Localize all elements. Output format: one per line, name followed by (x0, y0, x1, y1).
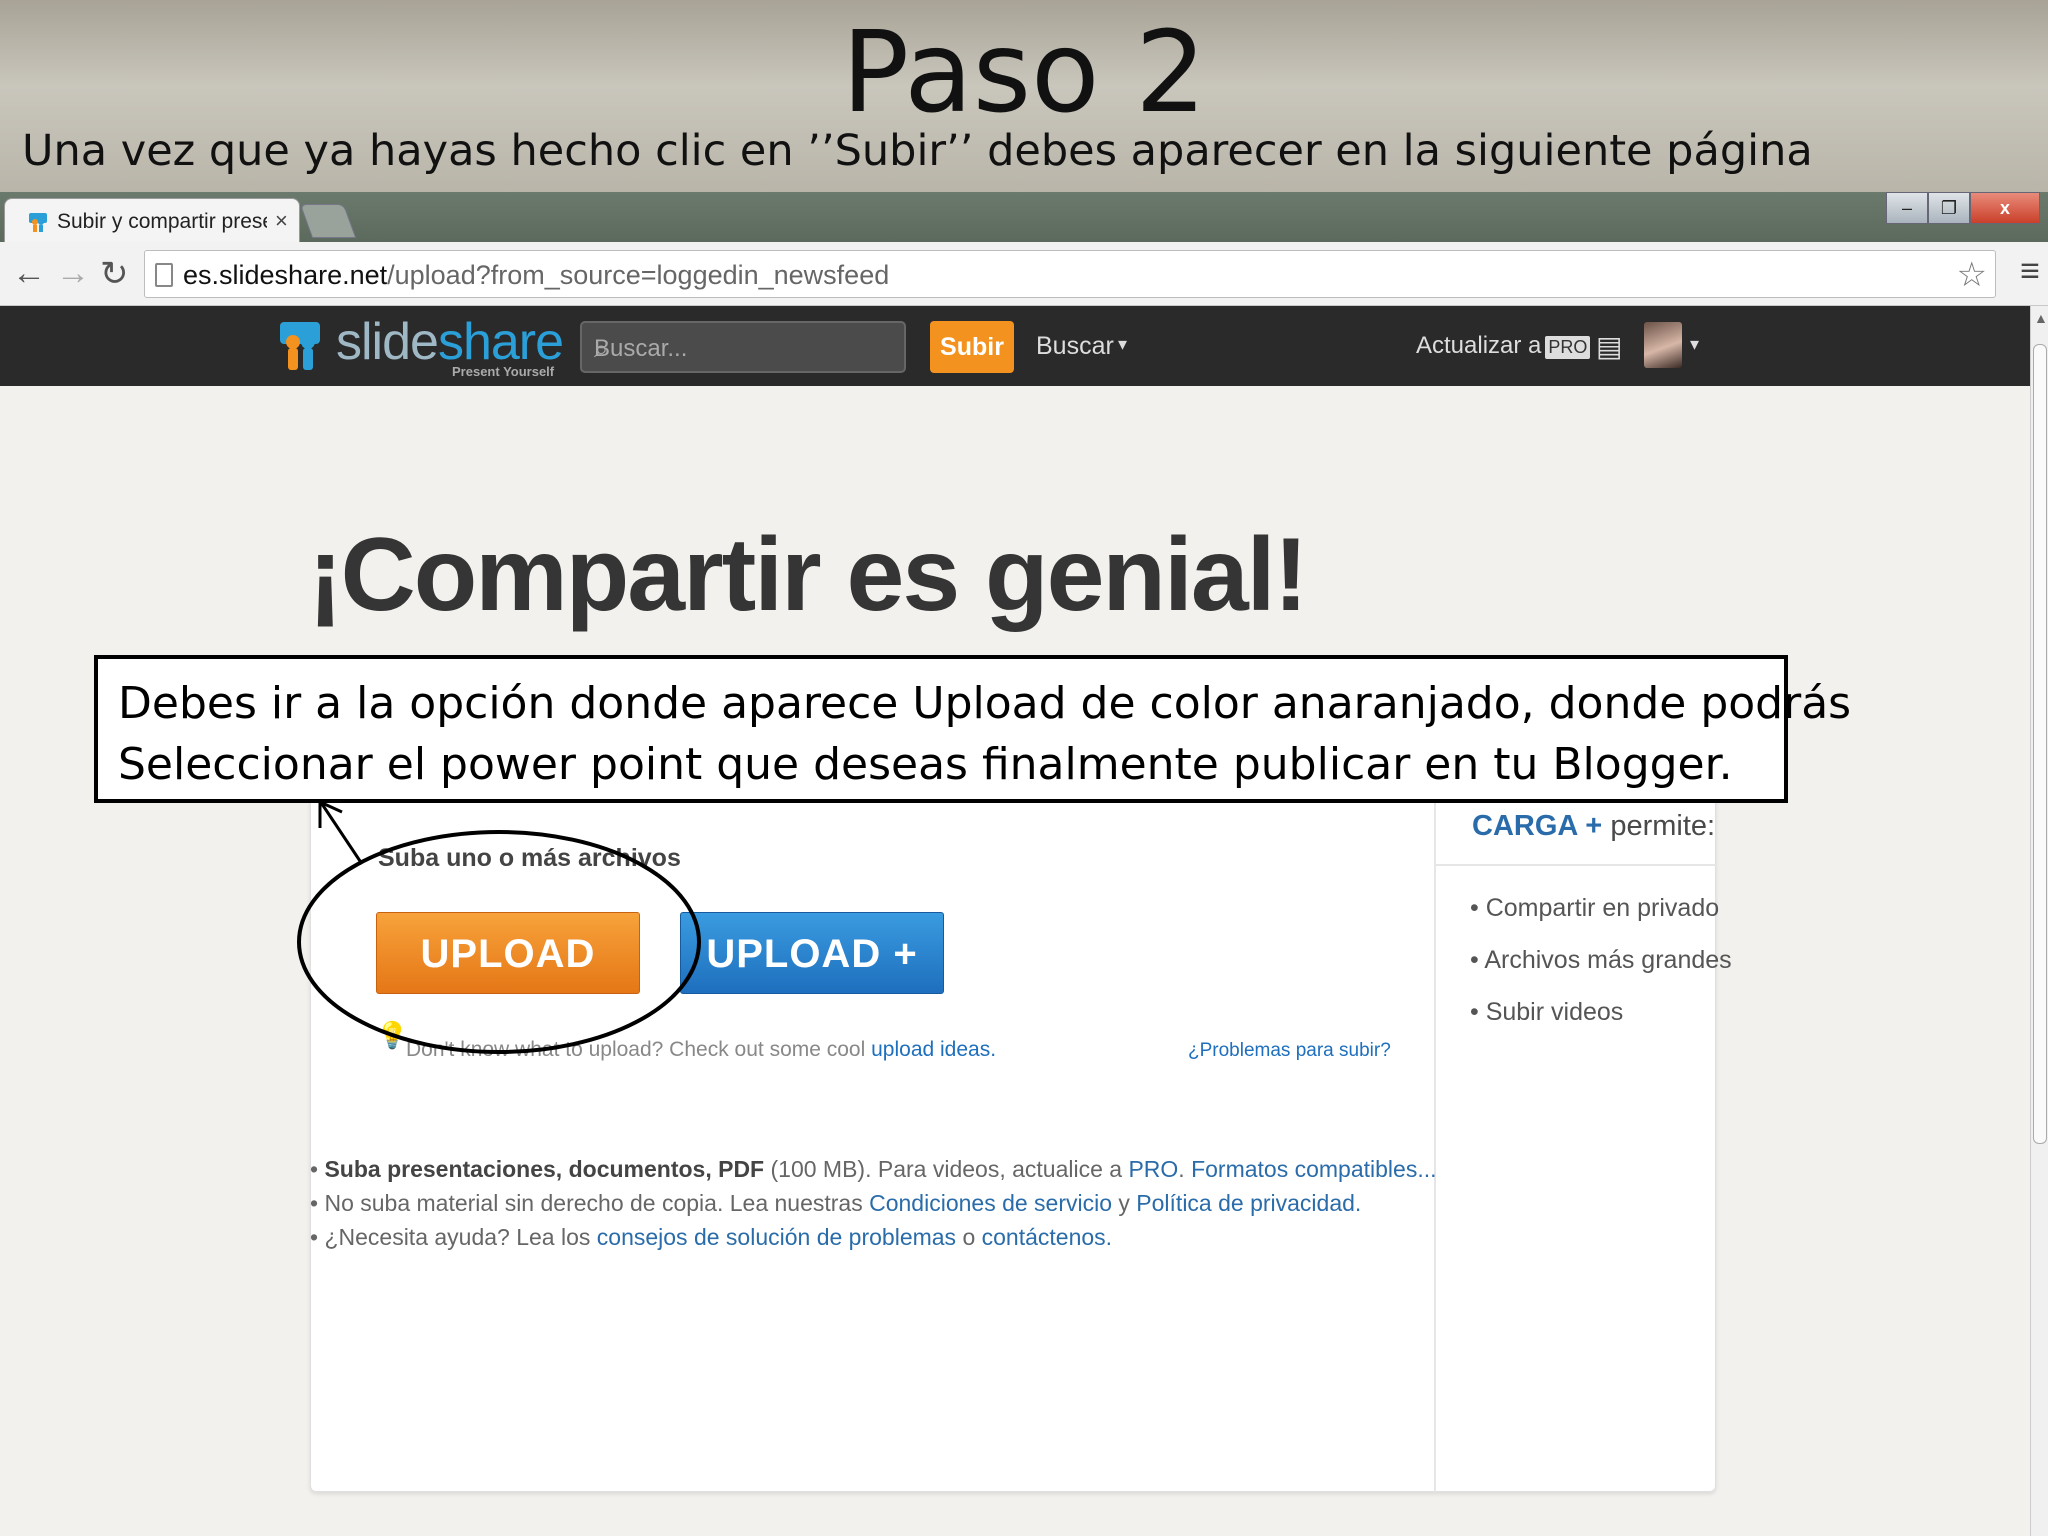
carga-feature: Archivos más grandes (1470, 946, 1731, 998)
upgrade-pro-link[interactable]: Actualizar a PRO (1416, 332, 1591, 360)
search-input[interactable]: Buscar... ⌕ (580, 321, 906, 373)
upload-ideas-link[interactable]: upload ideas. (871, 1038, 996, 1061)
scroll-thumb[interactable] (2033, 344, 2047, 1144)
minimize-button[interactable]: – (1886, 192, 1928, 224)
slideshare-logo-icon[interactable] (276, 320, 324, 372)
instruction-callout: Debes ir a la opción donde aparece Uploa… (94, 655, 1851, 803)
avatar[interactable] (1644, 322, 1682, 368)
slide-subtitle: Una vez que ya hayas hecho clic en ’’Sub… (22, 126, 1813, 176)
menu-icon[interactable]: ≡ (2020, 252, 2040, 291)
note1-rest: (100 MB). Para videos, actualice a (764, 1156, 1129, 1182)
upload-button[interactable]: UPLOAD (376, 912, 640, 994)
privacy-link[interactable]: Política de privacidad. (1136, 1190, 1361, 1216)
slideshare-favicon-icon (29, 213, 47, 232)
back-icon[interactable]: ← (12, 254, 46, 293)
tab-title: Subir y compartir present (57, 210, 267, 233)
upload-card-contents: Suba uno o más archivos UPLOAD UPLOAD + … (0, 386, 2030, 1536)
subir-button[interactable]: Subir (930, 321, 1014, 373)
slide-title: Paso 2 (841, 8, 1207, 138)
browse-menu[interactable]: Buscar (1036, 332, 1114, 361)
address-bar[interactable]: es.slideshare.net/upload?from_source=log… (144, 250, 1996, 298)
forward-icon[interactable]: → (56, 254, 90, 293)
notes-icon[interactable]: ▤ (1596, 330, 1622, 363)
card-divider (1434, 786, 1436, 1492)
logo-tagline: Present Yourself (452, 364, 555, 379)
logo-share: share (437, 313, 564, 371)
note1-bold: Suba presentaciones, documentos, PDF (324, 1156, 765, 1182)
carga-suffix: permite: (1610, 810, 1716, 842)
pro-link[interactable]: PRO (1128, 1156, 1178, 1182)
note-item: ¿Necesita ayuda? Lea los consejos de sol… (310, 1224, 1437, 1258)
carga-feature: Compartir en privado (1470, 894, 1732, 946)
formats-link[interactable]: Formatos compatibles... (1191, 1156, 1436, 1182)
scroll-up-arrow-icon[interactable]: ▲ (2034, 310, 2048, 326)
callout-text: Debes ir a la opción donde aparece Uploa… (118, 673, 1851, 795)
slideshare-header: slideshare Present Yourself Buscar... ⌕ … (0, 306, 2030, 386)
maximize-button[interactable]: ❐ (1928, 192, 1970, 224)
search-icon[interactable]: ⌕ (594, 333, 894, 365)
troubleshooting-link[interactable]: consejos de solución de problemas (597, 1224, 956, 1250)
window-controls: – ❐ x (1886, 192, 2040, 226)
url-path: /upload?from_source=loggedin_newsfeed (387, 260, 890, 290)
note2-text: No suba material sin derecho de copia. L… (324, 1190, 870, 1216)
upload-problems-link[interactable]: ¿Problemas para subir? (1188, 1040, 1391, 1062)
terms-link[interactable]: Condiciones de servicio (869, 1190, 1112, 1216)
scrollbar[interactable]: ▲ (2030, 306, 2048, 1536)
slide-header: Paso 2 Una vez que ya hayas hecho clic e… (0, 0, 2048, 192)
pro-badge: PRO (1545, 336, 1591, 359)
reload-icon[interactable]: ↻ (100, 254, 129, 294)
carga-heading: CARGA + permite: (1472, 810, 1715, 843)
carga-separator (1436, 864, 1716, 866)
logo-slide: slide (336, 313, 439, 371)
upload-plus-label: UPLOAD + (706, 932, 918, 976)
carga-label: CARGA + (1472, 810, 1603, 842)
upload-notes: Suba presentaciones, documentos, PDF (10… (310, 1156, 1437, 1258)
browser-tab[interactable]: Subir y compartir present × (4, 198, 300, 242)
carga-feature-list: Compartir en privado Archivos más grande… (1470, 894, 1732, 1050)
close-window-button[interactable]: x (1970, 192, 2040, 224)
contact-link[interactable]: contáctenos. (982, 1224, 1112, 1250)
new-tab-button[interactable] (299, 204, 357, 238)
upgrade-text: Actualizar a (1416, 332, 1542, 359)
slideshare-logo-text[interactable]: slideshare (336, 312, 564, 372)
callout-line-1: Debes ir a la opción donde aparece Uploa… (118, 678, 1852, 729)
upload-files-label: Suba uno o más archivos (378, 844, 681, 872)
page-icon (155, 263, 173, 287)
url-host: es.slideshare.net (183, 260, 388, 290)
bookmark-star-icon[interactable]: ☆ (1957, 255, 1987, 295)
note3-or: o (956, 1224, 982, 1250)
note-item: No suba material sin derecho de copia. L… (310, 1190, 1437, 1224)
callout-line-2: Seleccionar el power point que deseas fi… (118, 739, 1733, 790)
browser-navbar: ← → ↻ es.slideshare.net/upload?from_sour… (0, 242, 2048, 306)
avatar-chevron-down-icon[interactable]: ▾ (1690, 334, 1699, 355)
browser-tab-bar: Subir y compartir present × – ❐ x (0, 192, 2048, 242)
chevron-down-icon[interactable]: ▾ (1118, 334, 1127, 355)
lightbulb-icon: 💡 (376, 1020, 409, 1050)
upload-plus-button[interactable]: UPLOAD + (680, 912, 944, 994)
carga-feature: Subir videos (1470, 998, 1732, 1050)
upload-ideas-text: Don't know what to upload? Check out som… (406, 1038, 996, 1062)
ideas-prefix: Don't know what to upload? Check out som… (406, 1038, 866, 1061)
note2-and: y (1112, 1190, 1137, 1216)
note-item: Suba presentaciones, documentos, PDF (10… (310, 1156, 1436, 1190)
note3-text: ¿Necesita ayuda? Lea los (324, 1224, 597, 1250)
tab-close-icon[interactable]: × (275, 208, 288, 234)
url-text: es.slideshare.net/upload?from_source=log… (183, 260, 889, 291)
